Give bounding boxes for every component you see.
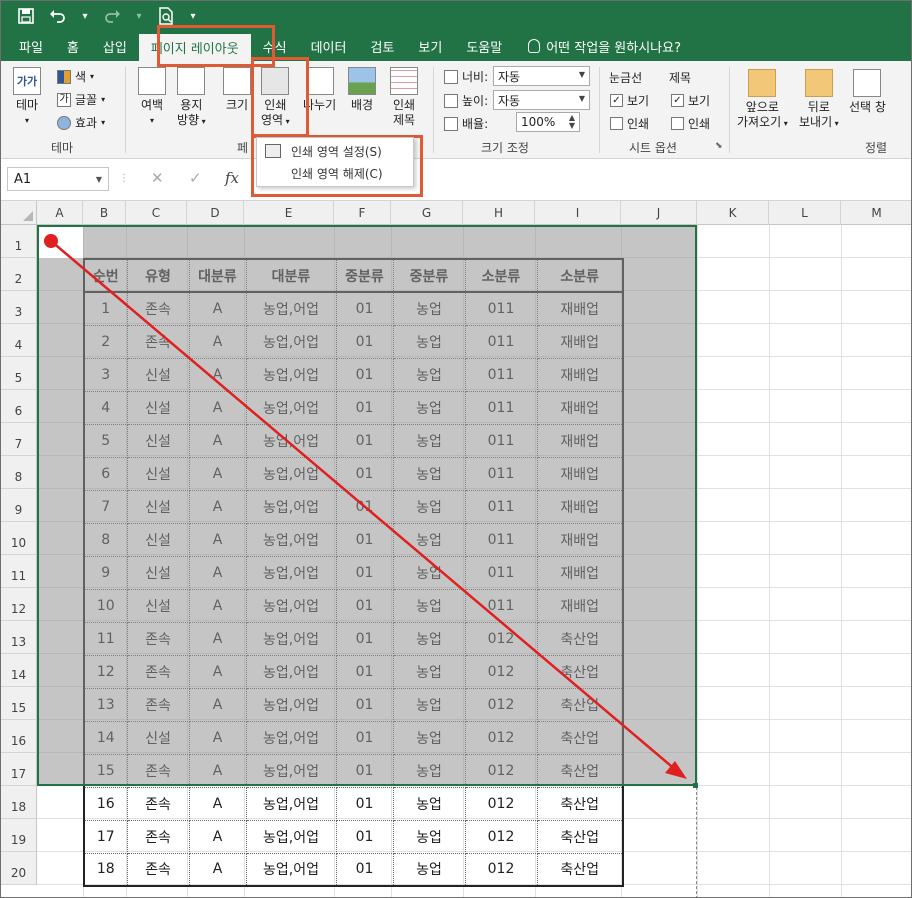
drag-arrow	[44, 234, 698, 788]
excel-window: ▾ ▾ ▾ 파일 홈 삽입 페이지 레이아웃 수식 데이터 검토 보기 도움말 …	[0, 0, 912, 898]
drag-arrow-line	[50, 240, 678, 772]
fill-handle[interactable]	[693, 783, 698, 788]
